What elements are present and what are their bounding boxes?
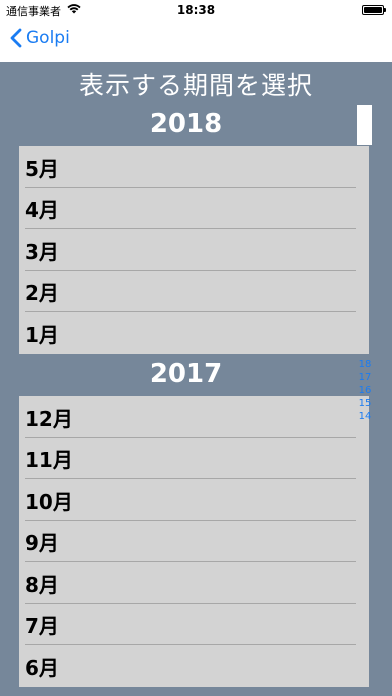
month-label: 1月 bbox=[25, 322, 59, 347]
period-selection-view[interactable]: 表示する期間を選択 2018 5月 4月 3月 2月 1月 2017 12月 1… bbox=[0, 62, 392, 696]
month-row[interactable]: 1月 bbox=[19, 312, 369, 354]
page-title: 表示する期間を選択 bbox=[78, 71, 313, 100]
month-label: 9月 bbox=[25, 531, 59, 555]
month-label: 4月 bbox=[25, 198, 59, 222]
month-row[interactable]: 6月 bbox=[19, 645, 369, 687]
battery-icon bbox=[362, 5, 386, 15]
back-button-label: Golpi bbox=[26, 28, 70, 48]
month-list: 12月 11月 10月 9月 8月 7月 6月 bbox=[19, 396, 369, 687]
back-button[interactable]: Golpi bbox=[10, 28, 70, 48]
month-label: 8月 bbox=[25, 572, 59, 597]
month-row[interactable]: 3月 bbox=[19, 229, 369, 271]
month-row[interactable]: 4月 bbox=[19, 188, 369, 229]
status-bar: 通信事業者 18:38 bbox=[0, 0, 392, 20]
navigation-bar: Golpi bbox=[0, 20, 392, 62]
month-label: 10月 bbox=[25, 489, 73, 514]
month-row[interactable]: 12月 bbox=[19, 396, 369, 438]
scrollbar-thumb[interactable] bbox=[357, 105, 372, 145]
section-index-item[interactable]: 16 bbox=[357, 384, 373, 397]
month-label: 7月 bbox=[25, 614, 59, 638]
clock-time: 18:38 bbox=[176, 3, 216, 17]
month-row[interactable]: 2月 bbox=[19, 271, 369, 312]
chevron-left-icon bbox=[10, 28, 22, 48]
section-index-item[interactable]: 15 bbox=[357, 397, 373, 410]
month-row[interactable]: 8月 bbox=[19, 562, 369, 604]
section-index: 18 17 16 15 14 bbox=[357, 358, 373, 423]
month-row[interactable]: 10月 bbox=[19, 479, 369, 521]
month-row[interactable]: 9月 bbox=[19, 521, 369, 562]
section-index-item[interactable]: 17 bbox=[357, 371, 373, 384]
month-row[interactable]: 5月 bbox=[19, 146, 369, 188]
section-header-year: 2018 bbox=[149, 109, 223, 139]
section-index-item[interactable]: 14 bbox=[357, 410, 373, 423]
section-header-year: 2017 bbox=[149, 359, 223, 389]
month-label: 3月 bbox=[25, 239, 59, 264]
month-list: 5月 4月 3月 2月 1月 bbox=[19, 146, 369, 354]
month-label: 6月 bbox=[25, 655, 59, 680]
month-label: 2月 bbox=[25, 281, 59, 305]
section-index-item[interactable]: 18 bbox=[357, 358, 373, 371]
month-label: 11月 bbox=[25, 448, 73, 472]
month-row[interactable]: 7月 bbox=[19, 604, 369, 645]
month-label: 5月 bbox=[25, 156, 59, 181]
month-label: 12月 bbox=[25, 406, 73, 431]
month-row[interactable]: 11月 bbox=[19, 438, 369, 479]
